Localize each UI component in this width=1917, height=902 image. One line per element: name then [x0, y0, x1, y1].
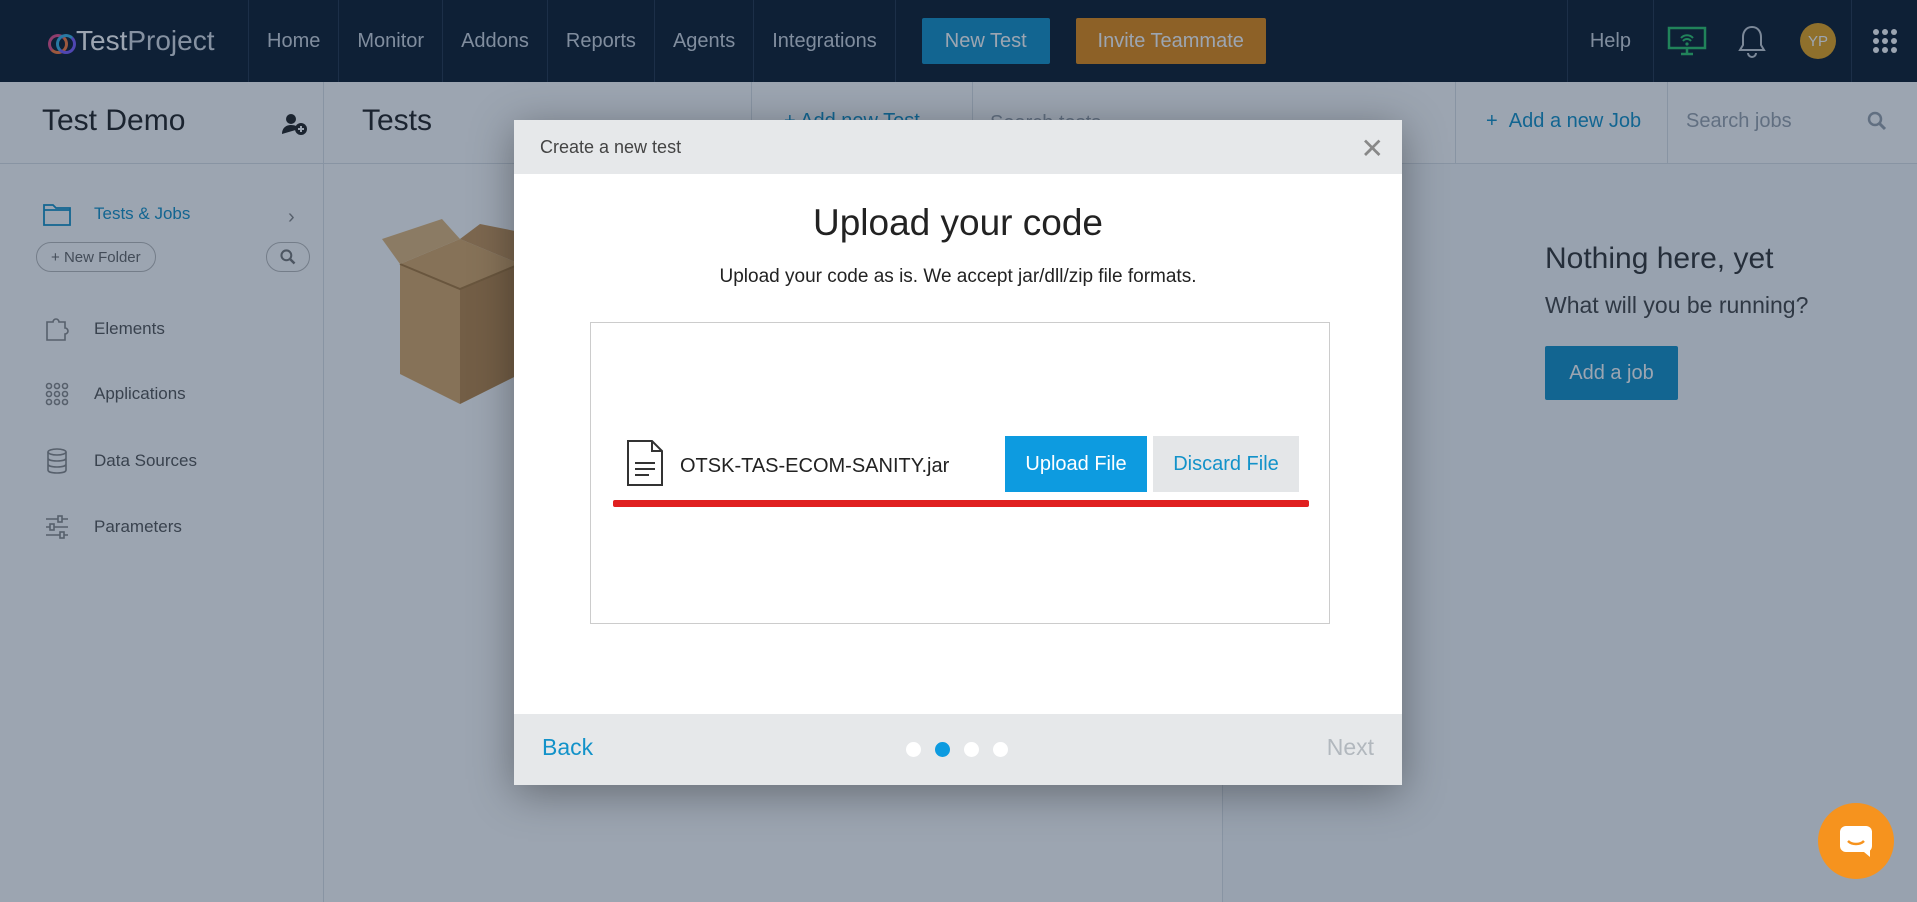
next-button[interactable]: Next [1327, 734, 1374, 761]
chat-launcher-button[interactable] [1818, 803, 1894, 879]
modal-footer: Back Next [514, 714, 1402, 785]
chat-icon [1840, 826, 1872, 857]
file-icon [626, 439, 664, 492]
upload-file-button[interactable]: Upload File [1005, 436, 1147, 492]
modal-subtitle: Upload your code as is. We accept jar/dl… [719, 266, 1197, 287]
step-indicator [906, 742, 1008, 757]
back-button[interactable]: Back [542, 734, 593, 761]
modal-header: Create a new test ✕ [514, 120, 1402, 174]
step-dot[interactable] [964, 742, 979, 757]
step-dot[interactable] [993, 742, 1008, 757]
step-dot[interactable] [906, 742, 921, 757]
highlight-underline [613, 500, 1309, 507]
file-drop-zone[interactable]: OTSK-TAS-ECOM-SANITY.jar Upload File Dis… [590, 322, 1330, 624]
discard-file-button[interactable]: Discard File [1153, 436, 1299, 492]
create-test-modal: Create a new test ✕ Upload your code Upl… [514, 120, 1402, 785]
modal-header-title: Create a new test [540, 136, 682, 157]
step-dot-active[interactable] [935, 742, 950, 757]
modal-title: Upload your code [812, 202, 1104, 243]
close-icon[interactable]: ✕ [1361, 132, 1384, 165]
uploaded-file-name: OTSK-TAS-ECOM-SANITY.jar [680, 455, 950, 477]
